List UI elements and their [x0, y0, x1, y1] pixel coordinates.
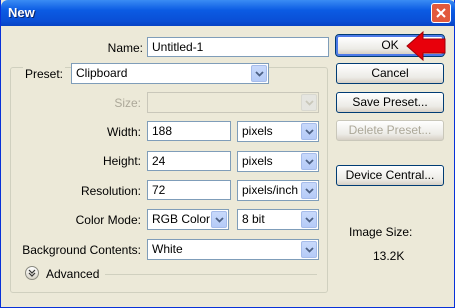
close-icon	[436, 8, 446, 18]
chevron-down-icon	[255, 71, 264, 77]
preset-label: Preset:	[23, 66, 66, 82]
preset-dropdown-button[interactable]	[251, 65, 267, 82]
size-select	[147, 92, 319, 113]
height-unit-select[interactable]: pixels	[237, 151, 319, 172]
window-title: New	[8, 5, 35, 20]
color-mode-select[interactable]: RGB Color	[147, 209, 229, 230]
color-mode-value: RGB Color	[152, 212, 211, 226]
chevron-down-icon	[215, 217, 224, 223]
width-label: Width:	[106, 125, 141, 139]
double-chevron-down-icon	[28, 269, 36, 277]
width-unit-dropdown-button[interactable]	[301, 123, 317, 140]
size-dropdown-button	[301, 94, 317, 111]
color-mode-label: Color Mode:	[75, 213, 141, 227]
resolution-unit-dropdown-button[interactable]	[301, 182, 317, 199]
chevron-down-icon	[305, 100, 314, 106]
background-contents-dropdown-button[interactable]	[301, 241, 317, 258]
chevron-down-icon	[305, 188, 314, 194]
chevron-down-icon	[305, 159, 314, 165]
close-button[interactable]	[431, 3, 451, 23]
height-input[interactable]: 24	[147, 151, 231, 171]
bit-depth-value: 8 bit	[242, 212, 265, 226]
background-contents-value: White	[152, 242, 183, 256]
background-contents-label: Background Contents:	[22, 243, 141, 257]
resolution-unit-select[interactable]: pixels/inch	[237, 180, 319, 201]
device-central-button[interactable]: Device Central...	[336, 165, 444, 186]
advanced-toggle[interactable]	[25, 266, 39, 280]
bit-depth-dropdown-button[interactable]	[301, 211, 317, 228]
image-size-value: 13.2K	[373, 249, 405, 263]
cancel-button[interactable]: Cancel	[336, 63, 444, 84]
arrow-annotation-icon	[406, 30, 446, 62]
bit-depth-select[interactable]: 8 bit	[237, 209, 319, 230]
size-label: Size:	[114, 96, 141, 110]
width-unit-select[interactable]: pixels	[237, 121, 319, 142]
chevron-down-icon	[305, 217, 314, 223]
save-preset-button[interactable]: Save Preset...	[336, 92, 444, 113]
advanced-label: Advanced	[46, 267, 100, 281]
delete-preset-button: Delete Preset...	[336, 120, 444, 141]
height-unit-dropdown-button[interactable]	[301, 153, 317, 170]
advanced-divider	[105, 274, 317, 275]
resolution-unit-value: pixels/inch	[242, 183, 299, 197]
image-size-label: Image Size:	[349, 225, 413, 239]
color-mode-dropdown-button[interactable]	[211, 211, 227, 228]
preset-value: Clipboard	[76, 66, 128, 80]
new-document-dialog: New Name: Untitled-1 Preset: Clipboard S…	[0, 0, 455, 308]
height-unit-value: pixels	[242, 154, 273, 168]
background-contents-select[interactable]: White	[147, 239, 319, 260]
chevron-down-icon	[305, 129, 314, 135]
name-input[interactable]: Untitled-1	[147, 37, 329, 57]
height-label: Height:	[102, 154, 141, 168]
chevron-down-icon	[305, 247, 314, 253]
width-unit-value: pixels	[242, 124, 273, 138]
title-bar[interactable]: New	[1, 0, 455, 26]
width-input[interactable]: 188	[147, 121, 231, 141]
preset-select[interactable]: Clipboard	[71, 63, 269, 84]
resolution-label: Resolution:	[80, 184, 141, 198]
name-label: Name:	[107, 41, 143, 55]
resolution-input[interactable]: 72	[147, 180, 231, 200]
